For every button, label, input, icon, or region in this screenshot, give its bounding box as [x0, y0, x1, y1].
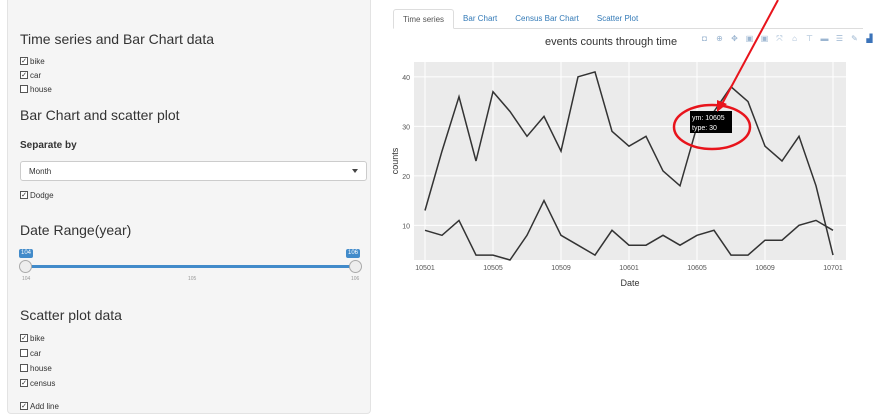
- annotation-arrowhead: [717, 100, 727, 112]
- hover-compare-icon[interactable]: ☰: [835, 34, 844, 44]
- chart-title: events counts through time: [545, 36, 678, 48]
- slider-tick-left: 104: [22, 276, 31, 282]
- tab-bar: Time series Bar Chart Census Bar Chart S…: [393, 9, 863, 29]
- zoom-in-icon[interactable]: ▣: [745, 34, 754, 44]
- autoscale-icon[interactable]: ⤧: [775, 34, 784, 44]
- checkbox-box[interactable]: ✓: [20, 379, 28, 387]
- checkbox-box[interactable]: ✓: [20, 402, 28, 410]
- chevron-down-icon: [352, 169, 358, 173]
- slider-min-label: 104: [19, 249, 34, 258]
- series-lines: [424, 70, 834, 261]
- series-line-1: [424, 198, 834, 261]
- plot-modebar: ◘ ⊕ ✥ ▣ ▣ ⤧ ⌂ ⊤ ▬ ☰ ✎ ▟: [700, 34, 874, 44]
- section-title-scatter: Scatter plot data: [20, 307, 122, 323]
- series-line-0: [424, 70, 834, 256]
- sidebar-panel: Time series and Bar Chart data ✓ bike ✓ …: [7, 0, 371, 414]
- slider-max-label: 106: [346, 249, 361, 258]
- checkbox-box[interactable]: [20, 349, 28, 357]
- y-tick-label: 30: [402, 124, 410, 131]
- checkbox-box[interactable]: ✓: [20, 57, 28, 65]
- tab-census-bar-chart[interactable]: Census Bar Chart: [506, 9, 588, 29]
- plot-background: [414, 62, 846, 260]
- section-title-timeseries: Time series and Bar Chart data: [20, 31, 215, 47]
- x-tick-label: 10601: [619, 265, 639, 272]
- y-tick-label: 10: [402, 223, 410, 230]
- checkbox-box[interactable]: [20, 85, 28, 93]
- x-tick-label: 10501: [415, 265, 435, 272]
- zoom-out-icon[interactable]: ▣: [760, 34, 769, 44]
- slider-handle-min[interactable]: [19, 260, 32, 273]
- camera-icon[interactable]: ◘: [700, 34, 709, 44]
- tab-time-series[interactable]: Time series: [393, 9, 455, 29]
- checkbox-house[interactable]: house: [20, 84, 52, 94]
- date-range-slider-track[interactable]: [26, 265, 361, 268]
- y-tick-label: 20: [402, 174, 410, 181]
- checkbox-box[interactable]: ✓: [20, 191, 28, 199]
- checkbox-box[interactable]: [20, 364, 28, 372]
- checkbox-scatter-car[interactable]: car: [20, 348, 41, 358]
- checkbox-car[interactable]: ✓ car: [20, 70, 41, 80]
- spike-lines-icon[interactable]: ⊤: [805, 34, 814, 44]
- grid-lines: [414, 62, 846, 260]
- slider-tick-mid: 105: [188, 276, 197, 282]
- edit-icon[interactable]: ✎: [850, 34, 859, 44]
- reset-axes-icon[interactable]: ⌂: [790, 34, 799, 44]
- checkbox-box[interactable]: ✓: [20, 71, 28, 79]
- hover-tooltip: ym: 10605 type: 30: [690, 111, 732, 133]
- section-title-barchart: Bar Chart and scatter plot: [20, 107, 180, 123]
- axis-ticks: 10 20 30 40 10501 10505 10509 10601 10605 10609 10…: [402, 75, 843, 272]
- checkbox-add-line[interactable]: ✓ Add line: [20, 401, 59, 411]
- checkbox-scatter-census[interactable]: ✓ census: [20, 378, 55, 388]
- separate-by-select[interactable]: Month: [20, 161, 367, 181]
- checkbox-box[interactable]: ✓: [20, 334, 28, 342]
- x-tick-label: 10605: [687, 265, 707, 272]
- tooltip-line-2: type: 30: [692, 125, 717, 132]
- section-title-date-range: Date Range(year): [20, 222, 132, 238]
- zoom-icon[interactable]: ⊕: [715, 34, 724, 44]
- tab-scatter-plot[interactable]: Scatter Plot: [588, 9, 647, 29]
- x-tick-label: 10701: [823, 265, 843, 272]
- hover-closest-icon[interactable]: ▬: [820, 34, 829, 44]
- x-tick-label: 10505: [483, 265, 503, 272]
- checkbox-dodge[interactable]: ✓ Dodge: [20, 190, 54, 200]
- annotation-ellipse: [672, 103, 752, 151]
- x-tick-label: 10609: [755, 265, 775, 272]
- plotly-logo-icon[interactable]: ▟: [865, 34, 874, 44]
- separate-by-label: Separate by: [20, 140, 77, 151]
- checkbox-scatter-bike[interactable]: ✓ bike: [20, 333, 45, 343]
- slider-tick-right: 106: [351, 276, 360, 282]
- checkbox-scatter-house[interactable]: house: [20, 363, 52, 373]
- tab-bar-chart[interactable]: Bar Chart: [454, 9, 506, 29]
- tooltip-line-1: ym: 10605: [692, 115, 725, 122]
- slider-handle-max[interactable]: [349, 260, 362, 273]
- pan-icon[interactable]: ✥: [730, 34, 739, 44]
- checkbox-bike[interactable]: ✓ bike: [20, 56, 45, 66]
- x-tick-label: 10509: [551, 265, 571, 272]
- x-axis-title: Date: [620, 278, 639, 288]
- y-axis-title: counts: [390, 147, 400, 174]
- y-tick-label: 40: [402, 75, 410, 82]
